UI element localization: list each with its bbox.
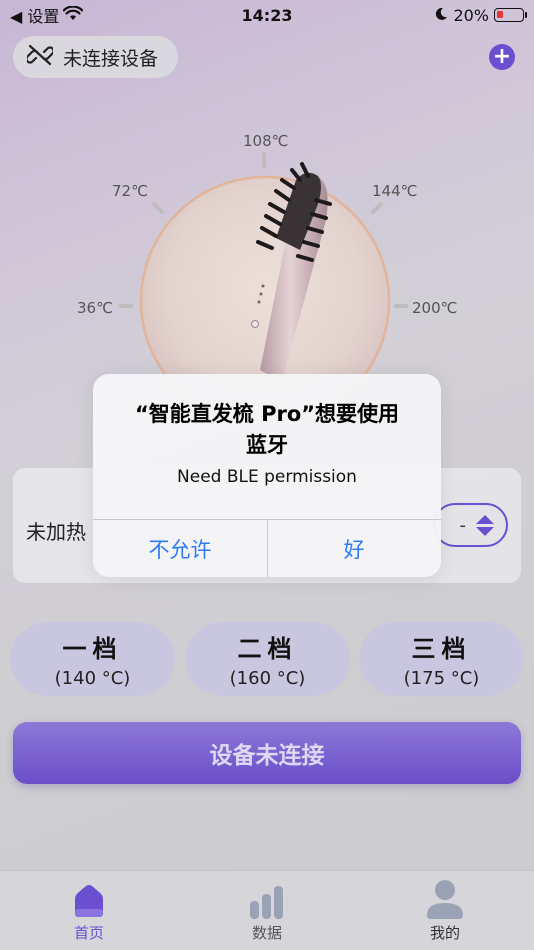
gear-button-2[interactable]: 二档 (160 °C) xyxy=(185,622,350,696)
connection-status-chip[interactable]: 未连接设备 xyxy=(13,36,178,78)
tab-bar: 首页 数据 我的 xyxy=(0,870,534,950)
gear-3-name: 三档 xyxy=(411,635,472,663)
battery-icon xyxy=(494,8,527,22)
gear-button-3[interactable]: 三档 (175 °C) xyxy=(359,622,524,696)
tab-profile[interactable]: 我的 xyxy=(385,871,505,950)
dial-tick-72: 72℃ xyxy=(112,182,148,200)
stepper-up-icon[interactable] xyxy=(476,514,494,524)
back-label[interactable]: ◀ 设置 xyxy=(10,3,59,27)
device-connect-button[interactable]: 设备未连接 xyxy=(13,722,521,784)
dialog-title-line2: 蓝牙 xyxy=(246,433,288,457)
tab-data[interactable]: 数据 xyxy=(207,871,327,950)
temperature-stepper[interactable]: - xyxy=(433,503,508,547)
unlink-icon xyxy=(25,44,55,71)
dialog-title: “智能直发梳 Pro”想要使用 蓝牙 xyxy=(103,399,431,461)
bluetooth-permission-dialog: “智能直发梳 Pro”想要使用 蓝牙 Need BLE permission 不… xyxy=(93,374,441,577)
allow-button[interactable]: 好 xyxy=(267,520,441,577)
home-icon xyxy=(71,879,107,919)
add-device-button[interactable]: + xyxy=(489,44,515,70)
status-bar: ◀ 设置 14:23 20% xyxy=(0,0,534,30)
user-icon xyxy=(426,879,464,919)
battery-percent: 20% xyxy=(453,5,489,25)
gear-1-temp: (140 °C) xyxy=(54,668,131,689)
dial-tick-200: 200℃ xyxy=(412,299,458,317)
dialog-message: Need BLE permission xyxy=(177,467,357,487)
gear-button-1[interactable]: 一档 (140 °C) xyxy=(10,622,175,696)
stepper-value: - xyxy=(459,514,467,536)
back-to-settings[interactable]: ◀ 设置 xyxy=(10,3,84,27)
dial-tick-144: 144℃ xyxy=(372,182,418,200)
gear-2-temp: (160 °C) xyxy=(229,668,306,689)
gear-1-name: 一档 xyxy=(62,635,123,663)
tab-home[interactable]: 首页 xyxy=(29,871,149,950)
dial-tick-108: 108℃ xyxy=(243,132,289,150)
stepper-down-icon[interactable] xyxy=(476,526,494,536)
bar-chart-icon xyxy=(249,879,285,919)
heat-status-label: 未加热 xyxy=(26,520,86,544)
tab-profile-label: 我的 xyxy=(429,924,460,942)
connection-status-text: 未连接设备 xyxy=(63,47,159,70)
deny-button[interactable]: 不允许 xyxy=(93,520,267,577)
dial-tick-36: 36℃ xyxy=(77,299,113,317)
tab-data-label: 数据 xyxy=(251,924,282,942)
gear-3-temp: (175 °C) xyxy=(403,668,480,689)
tab-home-label: 首页 xyxy=(73,924,104,942)
wifi-icon xyxy=(63,4,84,25)
dialog-title-line1: “智能直发梳 Pro”想要使用 xyxy=(134,402,400,426)
device-connect-label: 设备未连接 xyxy=(209,743,325,769)
plus-icon: + xyxy=(492,44,512,69)
moon-icon xyxy=(434,6,448,25)
gear-2-name: 二档 xyxy=(237,635,298,663)
